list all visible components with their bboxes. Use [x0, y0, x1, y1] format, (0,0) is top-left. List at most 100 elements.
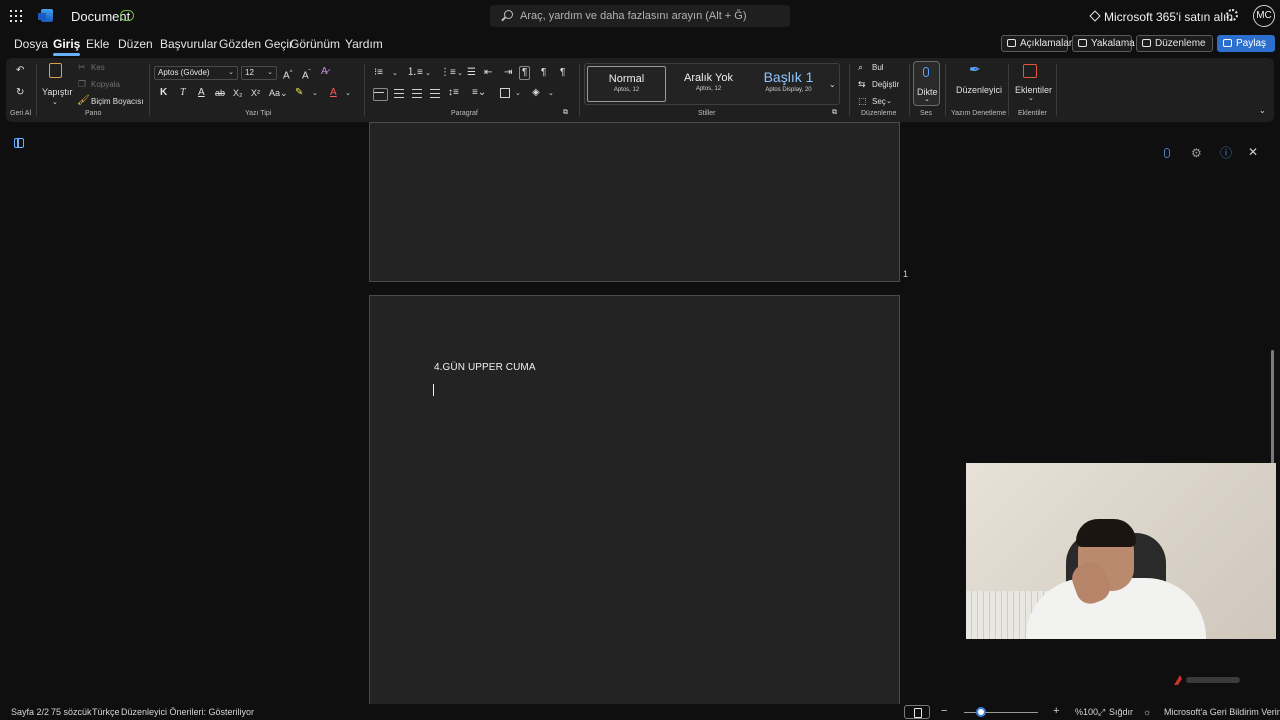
styles-more-icon[interactable]: ⌄: [829, 80, 836, 90]
editing-mode-button[interactable]: Düzenleme ⌄: [1136, 35, 1213, 64]
avatar[interactable]: MC: [1253, 5, 1275, 27]
chevron-down-icon[interactable]: ⌄: [425, 69, 431, 79]
zoom-slider-thumb[interactable]: [976, 707, 986, 717]
chevron-down-icon[interactable]: ⌄: [457, 69, 463, 79]
font-size-select[interactable]: 12 ⌄: [241, 66, 277, 80]
editor-label[interactable]: Düzenleyici: [956, 85, 1002, 95]
chevron-down-icon[interactable]: ⌄: [515, 89, 521, 99]
catch-up-button[interactable]: Yakalama: [1072, 35, 1135, 52]
page-2[interactable]: 4.GÜN UPPER CUMA: [369, 295, 900, 715]
decrease-indent-icon[interactable]: ⇤: [484, 68, 492, 78]
rtl-direction-icon[interactable]: ¶: [541, 68, 546, 78]
align-left-icon[interactable]: [373, 88, 388, 101]
font-color-icon[interactable]: A: [330, 88, 337, 98]
language-indicator[interactable]: Türkçe: [92, 707, 120, 717]
chevron-down-icon[interactable]: ⌄: [1028, 94, 1034, 104]
select-icon[interactable]: ⬚: [858, 96, 867, 106]
buy-microsoft-365-link[interactable]: Microsoft 365'i satın alın: [1104, 10, 1233, 24]
style-heading-1[interactable]: Başlık 1 Aptos Display, 20: [749, 66, 828, 102]
find-label[interactable]: Bul: [872, 63, 884, 72]
close-icon[interactable]: ✕: [1248, 146, 1258, 158]
cloud-saved-icon[interactable]: [120, 10, 134, 21]
help-icon[interactable]: ⓘ: [1220, 147, 1232, 159]
tab-basvurular[interactable]: Başvurular: [160, 37, 217, 51]
highlight-color-icon[interactable]: ✎: [295, 88, 303, 98]
chevron-down-icon[interactable]: ⌄: [312, 89, 318, 99]
tab-gorunum[interactable]: Görünüm: [290, 37, 340, 51]
find-icon[interactable]: ⌕: [858, 62, 863, 72]
redo-icon[interactable]: ↻: [16, 88, 24, 98]
comments-button[interactable]: Açıklamalar: [1001, 35, 1072, 52]
feedback-link[interactable]: Microsoft'a Geri Bildirim Verin: [1164, 707, 1280, 717]
settings-gear-icon[interactable]: ⚙: [1191, 147, 1202, 159]
chevron-down-icon[interactable]: ⌄: [392, 69, 398, 79]
bold-button[interactable]: K: [160, 88, 167, 98]
format-painter-icon[interactable]: 🖌: [77, 96, 90, 106]
vertical-scrollbar[interactable]: [1271, 350, 1274, 470]
bullets-icon[interactable]: ⁝≡: [374, 68, 383, 78]
chevron-down-icon[interactable]: ⌄: [345, 89, 351, 99]
show-formatting-marks-icon[interactable]: ¶: [560, 68, 565, 78]
replace-label[interactable]: Değiştir: [872, 80, 899, 89]
paragraph-dialog-launcher-icon[interactable]: ⧉: [563, 108, 568, 118]
shading-icon[interactable]: ◈: [532, 88, 540, 98]
paragraph-spacing-icon[interactable]: ≡⌄: [472, 88, 486, 98]
app-launcher-icon[interactable]: [10, 10, 22, 22]
settings-gear-icon[interactable]: [1226, 9, 1238, 21]
search-placeholder[interactable]: Araç, yardım ve daha fazlasını arayın (A…: [520, 10, 747, 22]
tab-gozden-gecir[interactable]: Gözden Geçir: [219, 37, 293, 51]
word-count[interactable]: 75 sözcük: [51, 707, 92, 717]
style-normal[interactable]: Normal Aptos, 12: [587, 66, 666, 102]
editor-pen-icon[interactable]: ✒: [969, 62, 981, 76]
strikethrough-button[interactable]: ab: [215, 88, 225, 98]
underline-button[interactable]: A: [198, 88, 205, 98]
change-case-icon[interactable]: Aa⌄: [269, 88, 288, 98]
shrink-font-icon[interactable]: Aˇ: [302, 68, 311, 81]
align-right-icon[interactable]: [412, 89, 422, 98]
paste-icon[interactable]: [49, 63, 62, 78]
collapse-ribbon-icon[interactable]: ⌄: [1259, 106, 1266, 116]
tab-ekle[interactable]: Ekle: [86, 37, 109, 51]
styles-dialog-launcher-icon[interactable]: ⧉: [832, 108, 837, 118]
ltr-direction-icon[interactable]: ¶: [519, 66, 531, 80]
tab-dosya[interactable]: Dosya: [14, 37, 48, 51]
italic-button[interactable]: T: [180, 88, 186, 98]
tab-giris[interactable]: Giriş: [53, 37, 81, 56]
multilevel-list-icon[interactable]: ⋮≡: [440, 68, 456, 78]
chevron-down-icon[interactable]: ⌄: [548, 89, 554, 99]
style-no-spacing[interactable]: Aralık Yok Aptos, 12: [669, 66, 748, 102]
tab-duzen[interactable]: Düzen: [118, 37, 153, 51]
print-layout-view-button[interactable]: [904, 705, 930, 719]
fit-button[interactable]: Sığdır: [1109, 707, 1133, 717]
chevron-down-icon[interactable]: ⌄: [52, 98, 58, 108]
share-button[interactable]: Paylaş ⌄: [1217, 35, 1275, 64]
addins-icon[interactable]: [1023, 64, 1037, 78]
chevron-down-icon[interactable]: ⌄: [886, 97, 892, 107]
dictate-button[interactable]: Dikte ⌄: [913, 61, 940, 106]
superscript-icon[interactable]: X²: [251, 88, 260, 98]
zoom-level[interactable]: %100: [1075, 707, 1098, 717]
undo-icon[interactable]: ↶: [16, 66, 24, 76]
grow-font-icon[interactable]: A^: [283, 68, 293, 81]
format-painter-label[interactable]: Biçim Boyacısı: [91, 97, 143, 106]
tab-yardim[interactable]: Yardım: [345, 37, 383, 51]
microphone-icon[interactable]: [1164, 148, 1170, 158]
replace-icon[interactable]: ⇆: [858, 79, 866, 89]
line-spacing-icon[interactable]: ↕≡: [448, 88, 459, 98]
checklist-icon[interactable]: ☰: [467, 68, 476, 78]
page-indicator[interactable]: Sayfa 2/2: [11, 707, 49, 717]
align-center-icon[interactable]: [394, 89, 404, 98]
increase-indent-icon[interactable]: ⇥: [504, 68, 512, 78]
editor-suggestions-status[interactable]: Düzenleyici Önerileri: Gösteriliyor: [121, 707, 254, 717]
page-1[interactable]: [369, 122, 900, 282]
document-text-line[interactable]: 4.GÜN UPPER CUMA: [434, 362, 536, 373]
navigation-pane-icon[interactable]: [14, 138, 24, 148]
zoom-in-icon[interactable]: +: [1053, 705, 1059, 717]
numbering-icon[interactable]: ⒈≡: [407, 68, 423, 78]
justify-icon[interactable]: [430, 89, 440, 98]
select-label[interactable]: Seç: [872, 97, 886, 106]
paste-label[interactable]: Yapıştır: [42, 87, 72, 97]
font-name-select[interactable]: Aptos (Gövde) ⌄: [154, 66, 238, 80]
clear-formatting-icon[interactable]: A̷: [321, 67, 328, 77]
zoom-out-icon[interactable]: −: [941, 705, 947, 717]
